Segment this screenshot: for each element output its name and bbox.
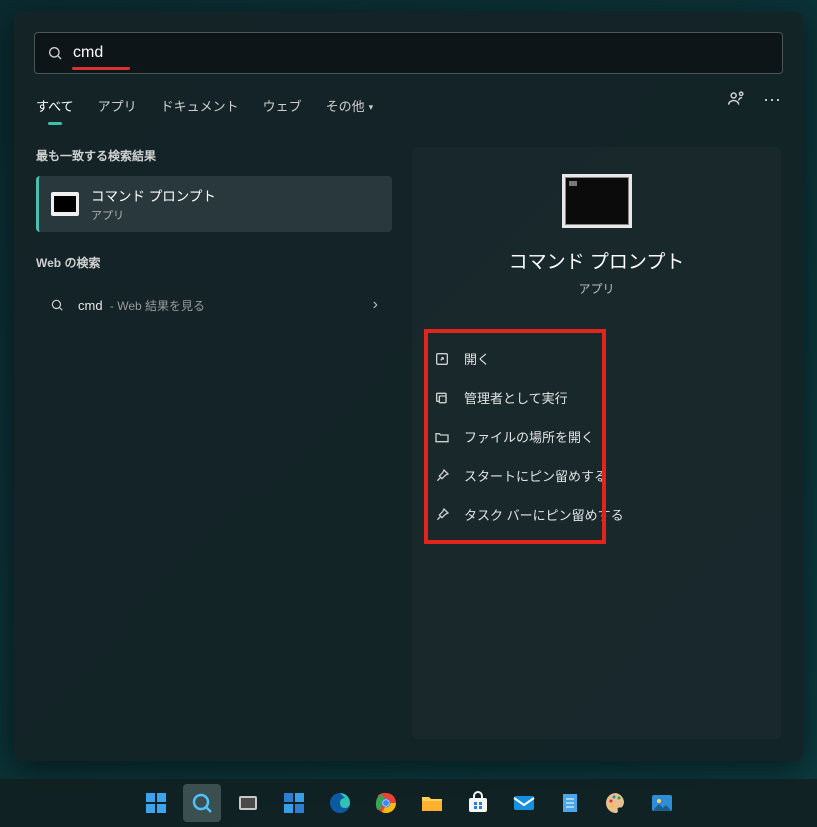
search-flyout: すべて アプリ ドキュメント ウェブ その他 ▾ ⋯ 最も一致する検索結果 コマン… [14,12,803,761]
tab-web[interactable]: ウェブ [263,90,302,121]
mail-icon [512,791,536,815]
taskbar-explorer[interactable] [413,784,451,822]
section-best-match-title: 最も一致する検索結果 [36,147,392,164]
taskbar-taskview[interactable] [229,784,267,822]
open-icon [434,351,450,367]
taskbar-edge[interactable] [321,784,359,822]
action-open-label: 開く [464,349,490,368]
taskbar-chrome[interactable] [367,784,405,822]
pin-icon [434,507,450,523]
taskbar-widgets[interactable] [275,784,313,822]
action-pin-taskbar[interactable]: タスク バーにピン留めする [434,499,759,530]
filter-tabs: すべて アプリ ドキュメント ウェブ その他 ▾ ⋯ [14,82,803,121]
notepad-icon [558,791,582,815]
folder-icon [420,791,444,815]
edge-icon [328,791,352,815]
action-pin-start[interactable]: スタートにピン留めする [434,460,759,491]
search-input[interactable] [73,44,770,62]
preview-pane: コマンド プロンプト アプリ 開く 管理者として実行 ファイルの場所を開く [412,147,781,739]
start-icon [144,791,168,815]
action-open-location[interactable]: ファイルの場所を開く [434,421,759,452]
cmd-thumb-icon [51,192,79,216]
widgets-icon [282,791,306,815]
taskbar-start[interactable] [137,784,175,822]
taskbar-search[interactable] [183,784,221,822]
folder-icon [434,429,450,445]
chevron-down-icon: ▾ [369,102,374,112]
taskview-icon [236,791,260,815]
taskbar-store[interactable] [459,784,497,822]
pin-icon [434,468,450,484]
best-match-subtitle: アプリ [91,207,216,223]
palette-icon [604,791,628,815]
action-run-admin[interactable]: 管理者として実行 [434,382,759,413]
preview-subtitle: アプリ [578,280,614,297]
tab-more[interactable]: その他 ▾ [326,90,374,121]
tab-documents[interactable]: ドキュメント [161,90,239,121]
action-open-location-label: ファイルの場所を開く [464,427,594,446]
taskbar-notepad[interactable] [551,784,589,822]
best-match-title: コマンド プロンプト [91,185,216,205]
taskbar-photos[interactable] [643,784,681,822]
tab-all[interactable]: すべて [36,90,74,121]
search-icon [47,45,63,61]
annotation-underline [72,67,130,70]
chevron-right-icon: › [373,296,378,314]
preview-title: コマンド プロンプト [509,247,685,274]
action-pin-start-label: スタートにピン留めする [464,466,607,485]
section-web-title: Web の検索 [36,254,392,271]
tab-apps[interactable]: アプリ [98,90,137,121]
shield-icon [434,390,450,406]
action-pin-taskbar-label: タスク バーにピン留めする [464,505,624,524]
taskbar-mail[interactable] [505,784,543,822]
tab-more-label: その他 [326,99,365,114]
search-bar-container [14,12,803,82]
results-left-pane: 最も一致する検索結果 コマンド プロンプト アプリ Web の検索 cmd - … [36,147,392,739]
preview-actions: 開く 管理者として実行 ファイルの場所を開く スタートにピン留めする タスク バ… [412,329,781,544]
app-preview-icon [565,177,629,225]
action-open[interactable]: 開く [434,343,759,374]
web-search-result[interactable]: cmd - Web 結果を見る › [36,283,392,327]
store-icon [466,791,490,815]
search-icon [50,298,64,312]
best-match-result[interactable]: コマンド プロンプト アプリ [36,176,392,232]
chrome-icon [374,791,398,815]
taskbar [0,779,817,827]
taskbar-paint[interactable] [597,784,635,822]
search-icon [190,791,214,815]
action-run-admin-label: 管理者として実行 [464,388,568,407]
web-suffix: - Web 結果を見る [107,299,205,313]
results-body: 最も一致する検索結果 コマンド プロンプト アプリ Web の検索 cmd - … [14,121,803,761]
web-term: cmd [78,298,103,313]
search-bar[interactable] [34,32,783,74]
account-icon[interactable] [727,88,747,113]
photos-icon [650,791,674,815]
more-options-icon[interactable]: ⋯ [763,90,781,111]
